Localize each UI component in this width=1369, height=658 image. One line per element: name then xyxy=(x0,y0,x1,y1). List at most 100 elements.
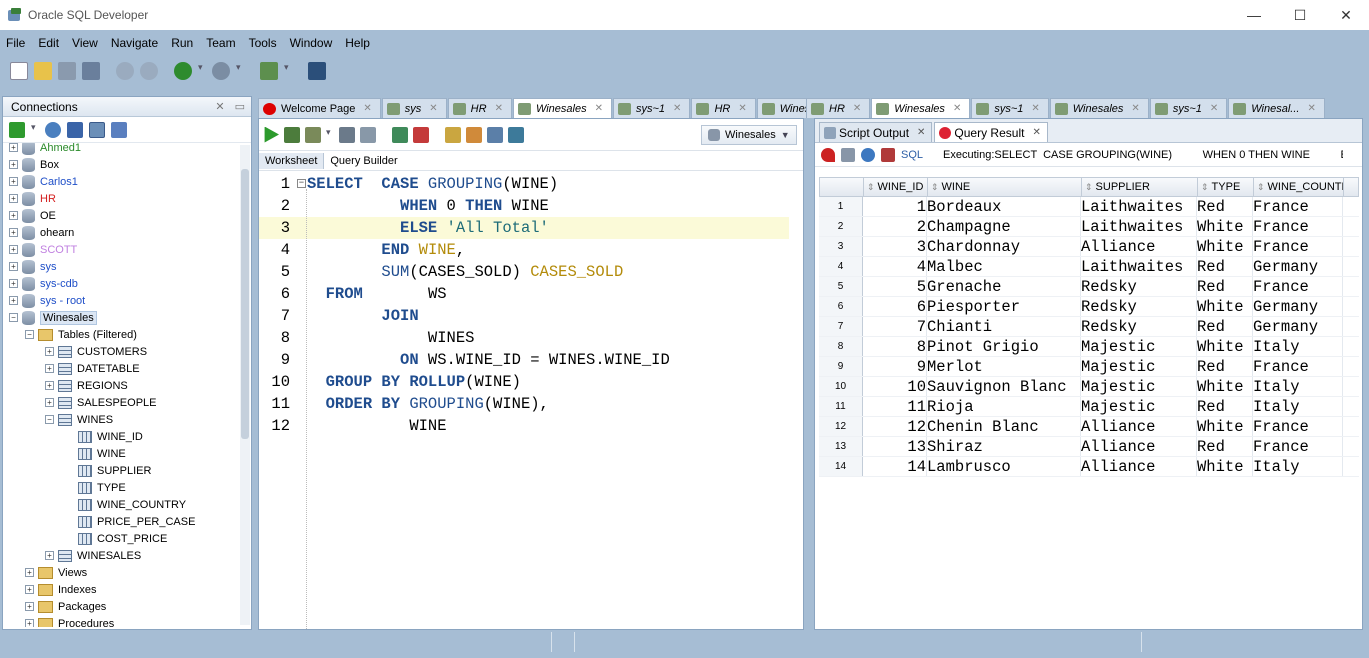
close-icon[interactable]: ✕ xyxy=(215,100,224,113)
run-statement-icon[interactable] xyxy=(264,126,279,143)
menu-edit[interactable]: Edit xyxy=(38,36,59,50)
close-icon[interactable]: ✕ xyxy=(495,103,503,114)
history-icon[interactable] xyxy=(487,126,503,143)
table-row[interactable]: 10 10 Sauvignon Blanc Majestic White Italy xyxy=(819,377,1359,397)
tree-node[interactable]: + SALESPEOPLE xyxy=(45,394,157,411)
editor-tab[interactable]: sys~1 ✕ xyxy=(971,98,1049,118)
close-icon[interactable]: ✕ xyxy=(738,103,746,114)
editor-tab[interactable]: HR ✕ xyxy=(691,98,756,118)
tree-node[interactable]: − Winesales xyxy=(9,309,97,326)
table-row[interactable]: 1 1 Bordeaux Laithwaites Red France xyxy=(819,197,1359,217)
tree-node[interactable]: + ohearn xyxy=(9,224,74,241)
collapse-icon[interactable]: − xyxy=(25,330,34,339)
close-icon[interactable]: ✕ xyxy=(853,103,861,114)
close-icon[interactable]: ✕ xyxy=(363,103,371,114)
dropdown-arrow-icon[interactable]: ▾ xyxy=(31,122,39,138)
close-icon[interactable]: ✕ xyxy=(1031,103,1039,114)
autotrace-icon[interactable] xyxy=(305,126,321,143)
unshared-worksheet-icon[interactable] xyxy=(445,126,461,143)
tree-node[interactable]: + Carlos1 xyxy=(9,173,78,190)
table-row[interactable]: 8 8 Pinot Grigio Majestic White Italy xyxy=(819,337,1359,357)
table-row[interactable]: 3 3 Chardonnay Alliance White France xyxy=(819,237,1359,257)
tab-script-output[interactable]: Script Output ✕ xyxy=(819,122,933,142)
tree-node[interactable]: + OE xyxy=(9,207,56,224)
pin-icon[interactable] xyxy=(821,147,835,162)
expand-icon[interactable]: + xyxy=(25,619,34,627)
menu-navigate[interactable]: Navigate xyxy=(111,36,158,50)
expand-icon[interactable]: + xyxy=(25,585,34,594)
expand-icon[interactable]: + xyxy=(9,296,18,305)
commit-icon[interactable] xyxy=(392,126,408,143)
close-button[interactable]: ✕ xyxy=(1323,0,1369,30)
rollback-icon[interactable] xyxy=(413,126,429,143)
tree-node[interactable]: + Box xyxy=(9,156,59,173)
print-icon[interactable] xyxy=(841,147,855,162)
tab-query-builder[interactable]: Query Builder xyxy=(324,153,403,169)
fold-icon[interactable]: − xyxy=(297,179,306,188)
table-row[interactable]: 13 13 Shiraz Alliance Red France xyxy=(819,437,1359,457)
schema-browser-icon[interactable] xyxy=(89,121,105,138)
tree-node[interactable]: WINE_COUNTRY xyxy=(65,496,186,513)
expand-icon[interactable]: + xyxy=(9,194,18,203)
back-icon[interactable] xyxy=(174,62,192,80)
sql-editor[interactable]: 1 SELECT CASE GROUPING(WINE) 2 WHEN 0 THEN… xyxy=(259,173,789,623)
tree-node[interactable]: + DATETABLE xyxy=(45,360,140,377)
tree-node[interactable]: + sys-cdb xyxy=(9,275,78,292)
close-icon[interactable]: ✕ xyxy=(1307,103,1315,114)
menu-team[interactable]: Team xyxy=(206,36,235,50)
close-icon[interactable]: ✕ xyxy=(1131,103,1139,114)
expand-icon[interactable]: + xyxy=(45,398,54,407)
tree-node[interactable]: COST_PRICE xyxy=(65,530,167,547)
refresh-icon[interactable] xyxy=(45,121,61,138)
find-db-object-icon[interactable] xyxy=(308,62,326,80)
collapse-icon[interactable]: − xyxy=(9,313,18,322)
close-icon[interactable]: ✕ xyxy=(429,103,437,114)
column-header[interactable]: WINE_COUNTRY xyxy=(1254,178,1344,196)
table-row[interactable]: 14 14 Lambrusco Alliance White Italy xyxy=(819,457,1359,477)
tree-node[interactable]: SUPPLIER xyxy=(65,462,151,479)
editor-tab[interactable]: HR ✕ xyxy=(447,98,512,118)
cancel-query-icon[interactable] xyxy=(881,147,895,162)
redo-icon[interactable] xyxy=(140,62,158,80)
tree-node[interactable]: + Indexes xyxy=(25,581,97,598)
table-row[interactable]: 7 7 Chianti Redsky Red Germany xyxy=(819,317,1359,337)
tree-node[interactable]: + Packages xyxy=(25,598,106,615)
tree-node[interactable]: + CUSTOMERS xyxy=(45,343,147,360)
maximize-button[interactable]: ☐ xyxy=(1277,0,1323,30)
editor-tab[interactable]: Winesales✕ xyxy=(756,98,806,118)
minimize-button[interactable]: — xyxy=(1231,0,1277,30)
editor-tab[interactable]: Winesales✕ xyxy=(871,98,971,118)
tree-node[interactable]: WINE_ID xyxy=(65,428,143,445)
editor-tab[interactable]: Winesal... ✕ xyxy=(1228,98,1325,118)
collapse-icon[interactable]: − xyxy=(45,415,54,424)
table-row[interactable]: 4 4 Malbec Laithwaites Red Germany xyxy=(819,257,1359,277)
close-icon[interactable]: ✕ xyxy=(673,103,681,114)
expand-icon[interactable]: + xyxy=(45,347,54,356)
expand-icon[interactable]: + xyxy=(9,177,18,186)
editor-tab[interactable]: HR ✕ xyxy=(806,98,871,118)
save-all-icon[interactable] xyxy=(82,62,100,80)
editor-tab[interactable]: Winesales✕ xyxy=(1049,98,1149,118)
explain-plan-icon[interactable] xyxy=(339,126,355,143)
tree-node[interactable]: WINE xyxy=(65,445,126,462)
expand-icon[interactable]: + xyxy=(25,602,34,611)
table-row[interactable]: 5 5 Grenache Redsky Red France xyxy=(819,277,1359,297)
save-icon[interactable] xyxy=(58,62,76,80)
editor-tab[interactable]: sys~1 ✕ xyxy=(613,98,691,118)
menu-view[interactable]: View xyxy=(72,36,98,50)
tree-node[interactable]: − WINES xyxy=(45,411,113,428)
column-header[interactable]: TYPE xyxy=(1198,178,1254,196)
tree-node[interactable]: − Tables (Filtered) xyxy=(25,326,137,343)
sql-worksheet-icon[interactable] xyxy=(260,62,278,80)
tree-node[interactable]: + Ahmed1 xyxy=(9,143,81,156)
add-connection-icon[interactable] xyxy=(9,121,25,138)
expand-icon[interactable]: + xyxy=(45,364,54,373)
new-file-icon[interactable] xyxy=(10,62,28,80)
dropdown-arrow-icon[interactable]: ▾ xyxy=(236,62,244,80)
expand-icon[interactable]: + xyxy=(45,551,54,560)
column-header[interactable]: SUPPLIER xyxy=(1082,178,1198,196)
close-icon[interactable]: ✕ xyxy=(953,103,961,114)
tree-scrollbar[interactable] xyxy=(240,145,250,625)
undo-icon[interactable] xyxy=(116,62,134,80)
sql-link[interactable]: SQL xyxy=(901,149,923,161)
